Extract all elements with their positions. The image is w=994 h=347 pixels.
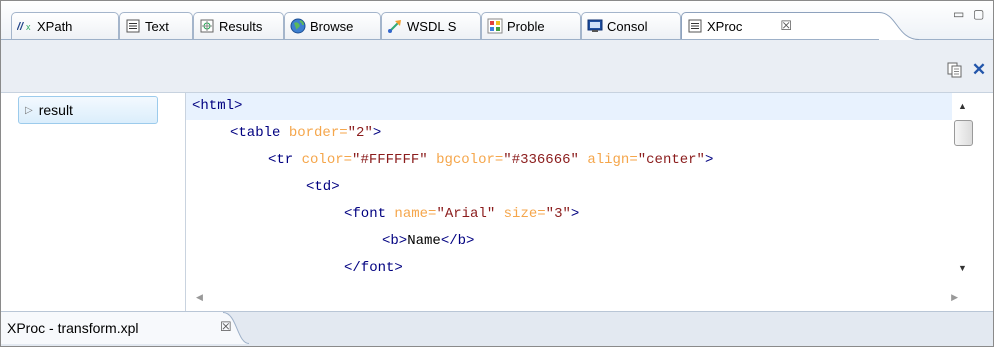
svg-text://: // xyxy=(17,21,25,33)
tab-browse[interactable]: Browse xyxy=(284,12,381,39)
code-attr-name: size xyxy=(503,206,538,222)
result-tree: ▷ result xyxy=(1,93,186,311)
code-tag-close: > xyxy=(570,206,580,222)
code-line: <tr color="#FFFFFF" bgcolor="#336666" al… xyxy=(268,152,714,168)
code-line: <font name="Arial" size="3"> xyxy=(344,206,580,222)
xproc-icon xyxy=(687,18,703,34)
scroll-thumb[interactable] xyxy=(954,120,973,146)
code-line: <b>Name</b> xyxy=(186,228,952,255)
tab-label: XPath xyxy=(37,18,73,34)
code-line: </font> xyxy=(186,255,952,282)
console-icon xyxy=(587,18,603,34)
text-icon xyxy=(125,18,141,34)
code-tag: <b> xyxy=(382,233,408,249)
tab-label: WSDL S xyxy=(407,18,457,34)
tab-results[interactable]: Results xyxy=(193,12,284,39)
tab-problems[interactable]: Proble xyxy=(481,12,581,39)
svg-text:x: x xyxy=(26,22,31,32)
code-attr-value: "center" xyxy=(637,152,705,168)
code-tag-end: </b> xyxy=(440,233,475,249)
code-editor[interactable]: <html> <table border="2"> <tr color="#FFFF… xyxy=(186,93,952,287)
vertical-scrollbar[interactable]: ▲ ▼ xyxy=(952,93,976,287)
code-line: <td> xyxy=(186,174,952,201)
tab-label: Proble xyxy=(507,18,545,34)
tree-item-result[interactable]: ▷ result xyxy=(18,96,158,124)
scroll-up-icon[interactable]: ▲ xyxy=(958,101,967,111)
expand-arrow-icon[interactable]: ▷ xyxy=(25,105,33,116)
code-attr-name: name xyxy=(394,206,429,222)
code-line: <table border="2"> xyxy=(230,125,382,141)
code-attr-value: "#336666" xyxy=(503,152,579,168)
tab-xpath[interactable]: //x XPath xyxy=(11,12,119,39)
minimize-icon[interactable]: ▭ xyxy=(953,7,964,21)
xproc-view: //x XPath Text Results Browse WSDL S Pro… xyxy=(0,0,994,347)
tab-label: XProc xyxy=(707,18,743,34)
maximize-icon[interactable]: ▢ xyxy=(973,7,984,21)
tab-label: Consol xyxy=(607,18,648,34)
code-attr-value: "2" xyxy=(347,125,373,141)
code-attr-value: "Arial" xyxy=(436,206,496,222)
view-tab-strip: //x XPath Text Results Browse WSDL S Pro… xyxy=(1,1,993,40)
code-attr-name: border xyxy=(288,125,340,141)
scroll-right-icon[interactable]: ▶ xyxy=(951,292,958,303)
code-attr-value: "3" xyxy=(545,206,571,222)
scroll-left-icon[interactable]: ◀ xyxy=(196,292,203,303)
code-tag: <html> xyxy=(192,98,243,114)
code-attr-value: "#FFFFFF" xyxy=(352,152,428,168)
tab-wsdl[interactable]: WSDL S xyxy=(381,12,481,39)
copy-icon[interactable] xyxy=(945,60,965,80)
code-tag: <tr xyxy=(268,152,294,168)
globe-icon xyxy=(290,18,306,34)
code-text: Name xyxy=(407,233,441,249)
bottom-tab-bar: XProc - transform.xpl ☒ xyxy=(1,311,993,346)
xpath-icon: //x xyxy=(17,18,33,34)
code-tag: <table xyxy=(230,125,281,141)
bottom-tab-xproc-transform[interactable]: XProc - transform.xpl xyxy=(7,320,138,336)
code-tag: </font> xyxy=(344,260,403,276)
code-tag: <td> xyxy=(306,179,340,195)
tab-label: Browse xyxy=(310,18,354,34)
tab-xproc[interactable]: XProc ☒ xyxy=(681,12,881,39)
results-icon xyxy=(199,18,215,34)
wsdl-icon xyxy=(387,18,403,34)
tab-label: Results xyxy=(219,18,263,34)
tab-close-icon[interactable]: ☒ xyxy=(780,18,792,34)
code-attr-name: bgcolor xyxy=(436,152,495,168)
bottom-tab-close-icon[interactable]: ☒ xyxy=(220,319,232,335)
tab-console[interactable]: Consol xyxy=(581,12,681,39)
content-area: ▷ result <html> <table border="2"> <tr col… xyxy=(1,93,993,311)
scroll-down-icon[interactable]: ▼ xyxy=(958,263,967,273)
active-tab-curve xyxy=(879,12,919,40)
tree-item-label: result xyxy=(38,102,73,118)
horizontal-scrollbar[interactable]: ◀ ▶ xyxy=(186,287,976,311)
code-line: <html> xyxy=(186,93,952,120)
code-tag-close: > xyxy=(372,125,382,141)
tab-text[interactable]: Text xyxy=(119,12,193,39)
problems-icon xyxy=(487,18,503,34)
code-attr-name: align xyxy=(587,152,630,168)
code-tag-close: > xyxy=(704,152,714,168)
code-attr-name: color xyxy=(301,152,344,168)
view-toolbar: ✕ xyxy=(1,40,993,93)
tab-label: Text xyxy=(145,18,169,34)
close-icon[interactable]: ✕ xyxy=(969,60,989,80)
code-tag: <font xyxy=(344,206,387,222)
